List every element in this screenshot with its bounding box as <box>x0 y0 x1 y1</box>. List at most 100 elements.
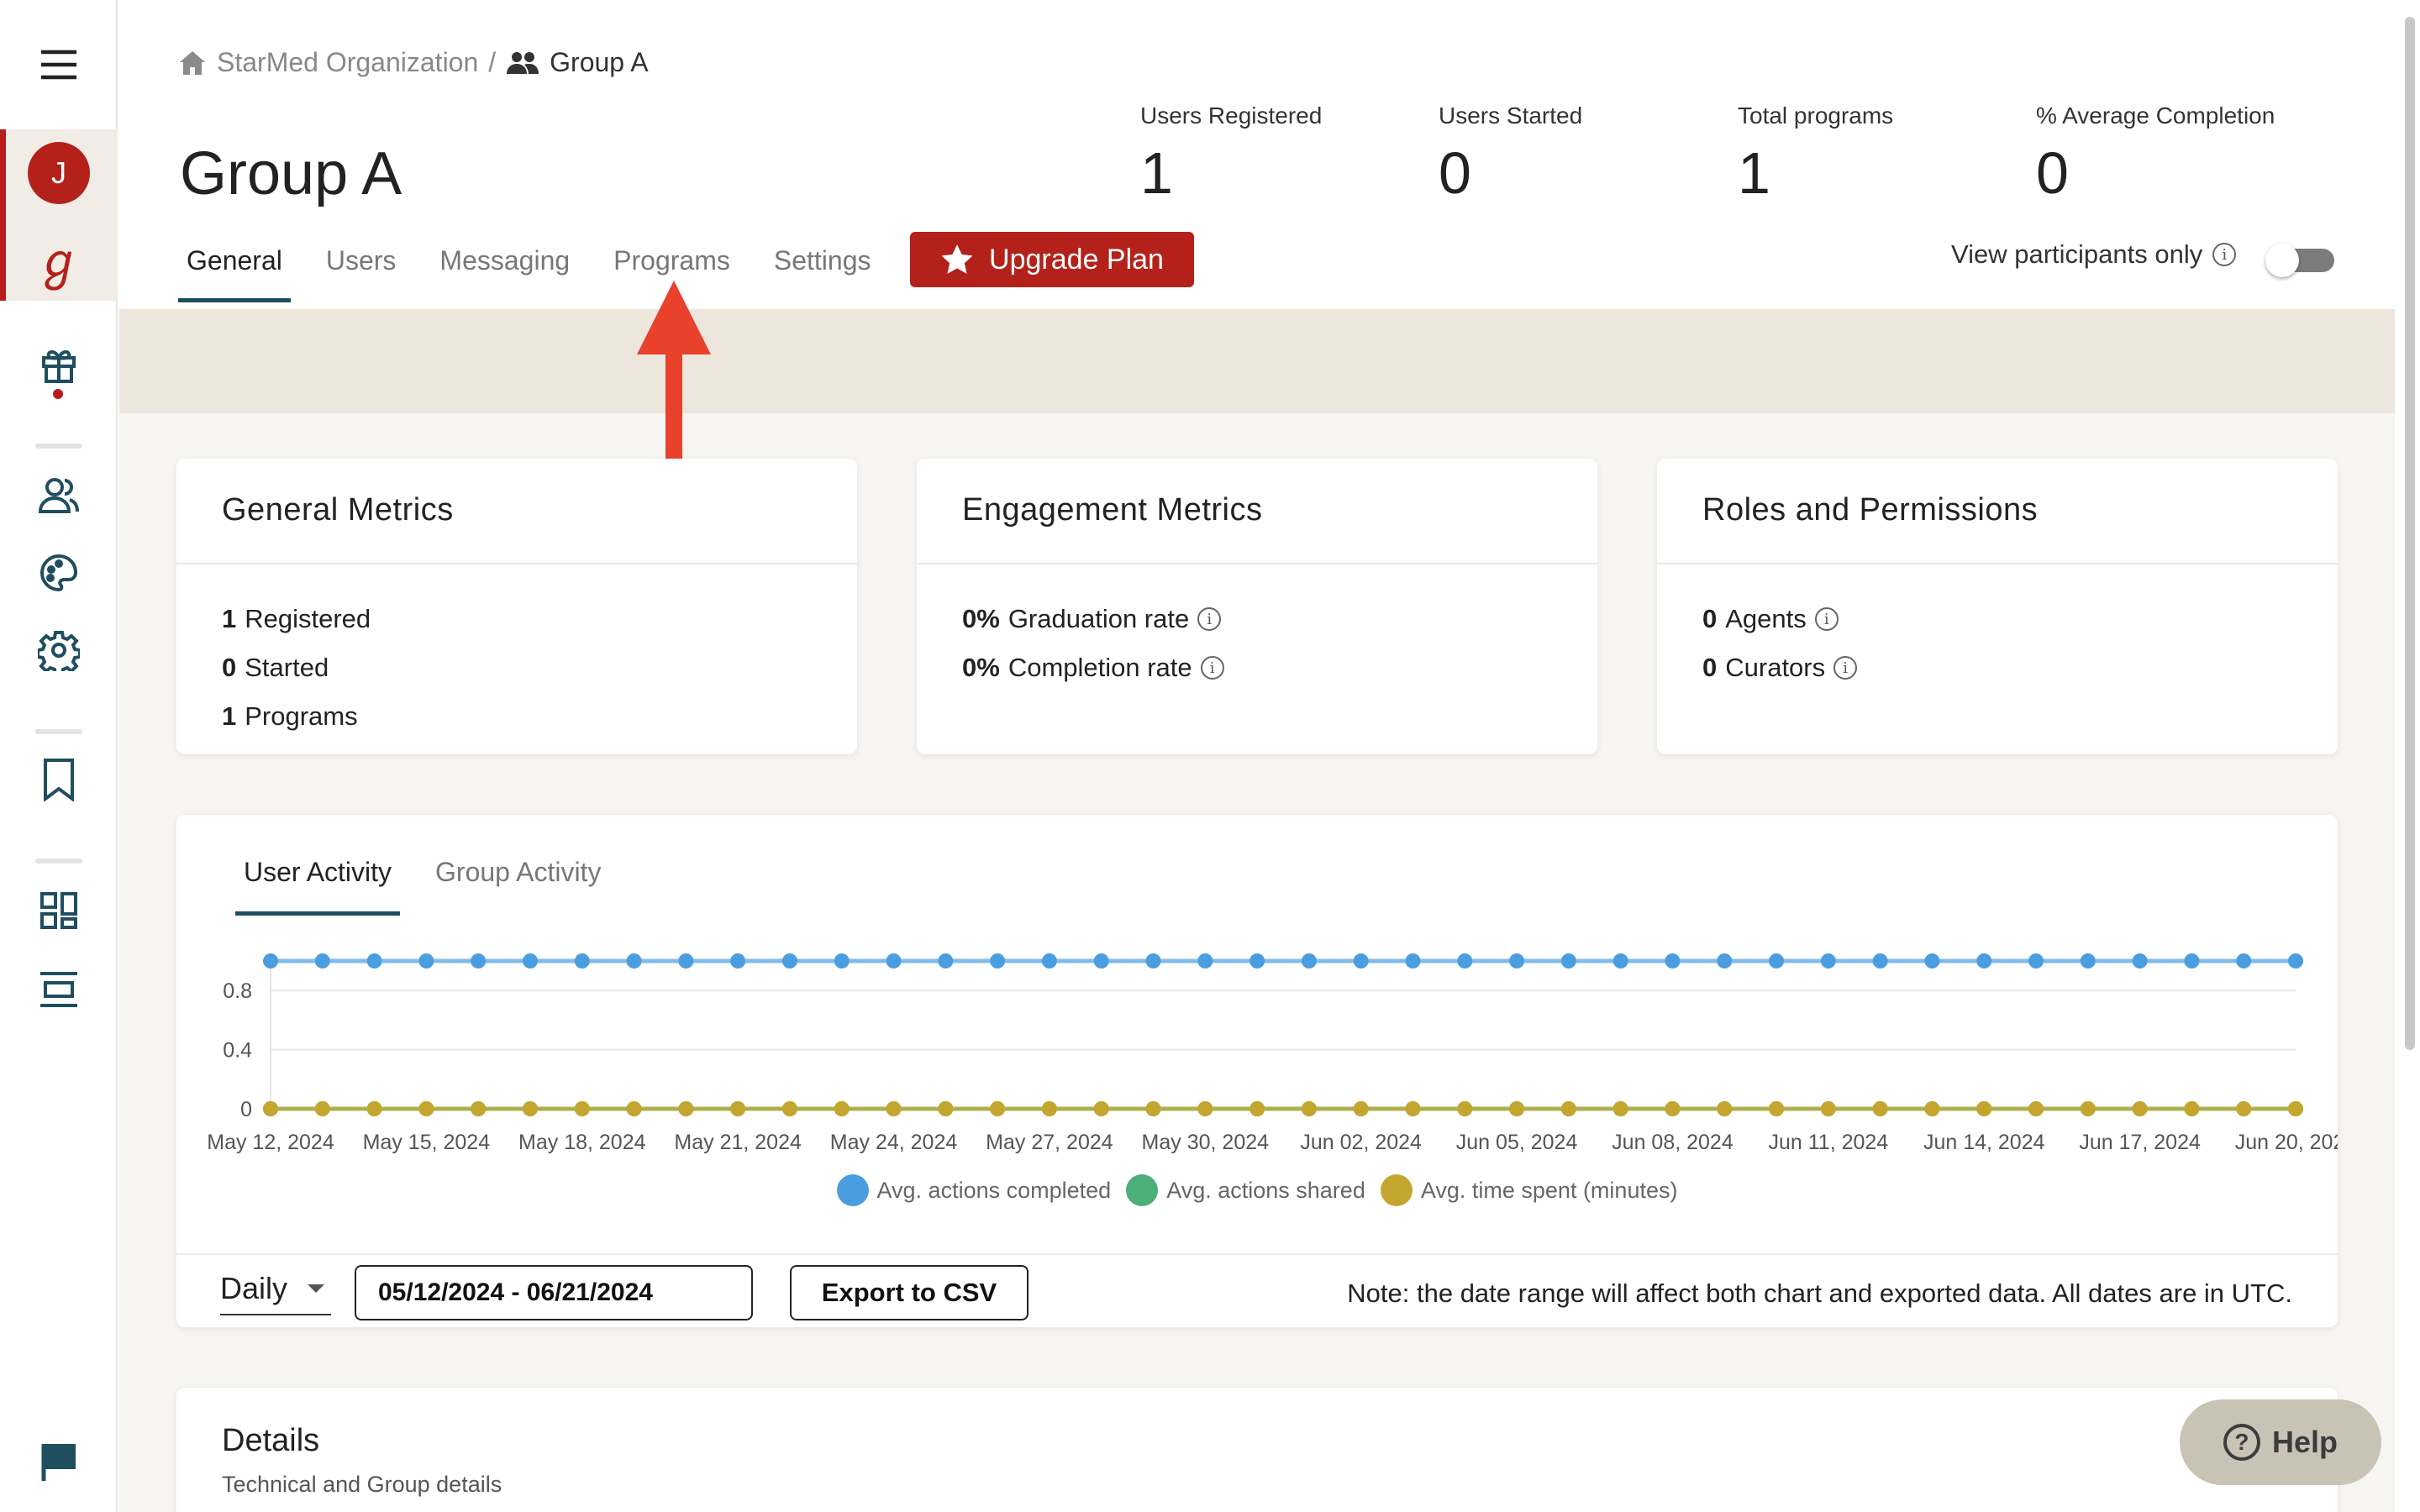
stat-users-started: Users Started 0 <box>1439 102 1582 207</box>
data-point <box>1405 953 1421 969</box>
data-point <box>834 1101 850 1116</box>
group-icon <box>507 51 539 74</box>
gift-icon[interactable] <box>0 339 118 390</box>
notification-dot <box>53 389 63 399</box>
metric-row: 0 Started <box>222 643 812 692</box>
metric-label: Curators <box>1725 653 1826 682</box>
data-point <box>314 1101 330 1116</box>
data-point <box>574 1101 590 1116</box>
help-button[interactable]: ? Help <box>2180 1399 2381 1485</box>
x-tick-label: May 24, 2024 <box>830 1131 958 1154</box>
legend-item[interactable]: Avg. time spent (minutes) <box>1380 1174 1677 1206</box>
dashboard-grid-icon[interactable] <box>0 885 118 936</box>
data-point <box>1872 1101 1888 1116</box>
settings-gear-icon[interactable] <box>0 625 118 675</box>
info-icon[interactable]: i <box>1200 656 1224 680</box>
data-point <box>1924 1101 1940 1116</box>
data-point <box>2132 1101 2148 1116</box>
details-subtitle: Technical and Group details <box>222 1472 502 1497</box>
data-point <box>1612 953 1628 969</box>
engagement-metrics-card: Engagement Metrics 0% Graduation rate i 0%… <box>917 459 1597 754</box>
data-point <box>2184 953 2200 969</box>
data-point <box>1457 1101 1473 1116</box>
data-point <box>781 1101 797 1116</box>
home-icon[interactable] <box>178 50 207 76</box>
legend-item[interactable]: Avg. actions completed <box>836 1174 1112 1206</box>
view-participants-toggle[interactable] <box>2265 244 2334 277</box>
data-point <box>418 1101 434 1116</box>
stat-label: Users Started <box>1439 102 1583 129</box>
data-point <box>1145 953 1161 969</box>
scrollbar[interactable] <box>2398 0 2420 1512</box>
metric-label: Programs <box>245 701 358 731</box>
star-icon <box>941 244 973 274</box>
data-point <box>314 953 330 969</box>
layout-panel-icon[interactable] <box>0 964 118 1015</box>
data-point <box>522 1101 538 1116</box>
header-band <box>119 309 2395 413</box>
data-point <box>1612 1101 1628 1116</box>
data-point <box>1093 953 1109 969</box>
info-icon[interactable]: i <box>1197 607 1222 631</box>
data-point <box>2236 953 2252 969</box>
hamburger-menu-icon[interactable] <box>0 40 118 89</box>
info-icon[interactable]: i <box>1814 607 1839 631</box>
stat-users-registered: Users Registered 1 <box>1140 102 1322 207</box>
breadcrumb-org-link[interactable]: StarMed Organization <box>217 47 478 78</box>
data-point <box>1249 953 1265 969</box>
date-range-input[interactable]: 05/12/2024 - 06/21/2024 <box>355 1265 753 1320</box>
legend-label: Avg. actions shared <box>1166 1177 1365 1203</box>
view-participants-label: View participants only <box>1951 239 2203 269</box>
tab-general[interactable]: General <box>178 232 291 302</box>
metric-value: 1 <box>222 604 237 633</box>
stat-label: Users Registered <box>1140 102 1323 129</box>
brand-logo-icon[interactable]: ℊ <box>0 232 118 290</box>
x-tick-label: Jun 02, 2024 <box>1300 1131 1422 1154</box>
data-point <box>1041 953 1057 969</box>
legend-item[interactable]: Avg. actions shared <box>1126 1174 1365 1206</box>
tab-settings[interactable]: Settings <box>765 232 880 302</box>
data-point <box>990 1101 1006 1116</box>
export-csv-button[interactable]: Export to CSV <box>790 1265 1028 1320</box>
info-icon[interactable]: i <box>2212 243 2237 266</box>
users-icon[interactable] <box>0 470 118 521</box>
data-point <box>522 953 538 969</box>
data-point <box>1353 1101 1369 1116</box>
data-point <box>1820 953 1836 969</box>
data-point <box>1717 1101 1733 1116</box>
data-point <box>990 953 1006 969</box>
tab-users[interactable]: Users <box>318 232 405 302</box>
legend-swatch <box>1380 1174 1413 1206</box>
info-icon[interactable]: i <box>1833 656 1858 680</box>
data-point <box>1405 1101 1421 1116</box>
data-point <box>1872 953 1888 969</box>
palette-icon[interactable] <box>0 548 118 598</box>
metric-value: 0 <box>222 653 237 682</box>
flag-icon[interactable] <box>0 1436 118 1487</box>
metric-row: 0 Curators i <box>1702 643 2292 692</box>
data-point <box>1301 1101 1317 1116</box>
upgrade-plan-button[interactable]: Upgrade Plan <box>910 232 1194 287</box>
stat-label: Total programs <box>1738 102 1894 129</box>
caret-down-icon <box>308 1284 325 1293</box>
stat-value: 0 <box>2036 140 2069 206</box>
user-avatar[interactable]: J <box>0 141 118 205</box>
data-point <box>263 953 278 969</box>
general-metrics-card: General Metrics 1 Registered 0 Started 1 Pr… <box>176 459 857 754</box>
metric-row: 0% Graduation rate i <box>962 595 1552 643</box>
x-tick-label: May 30, 2024 <box>1142 1131 1270 1154</box>
data-point <box>678 953 694 969</box>
data-point <box>1145 1101 1161 1116</box>
data-point <box>574 953 590 969</box>
data-point <box>366 1101 382 1116</box>
metric-row: 0 Agents i <box>1702 595 2292 643</box>
tab-messaging[interactable]: Messaging <box>431 232 578 302</box>
period-select[interactable]: Daily <box>220 1263 331 1315</box>
data-point <box>2288 1101 2303 1116</box>
card-title: Engagement Metrics <box>917 459 1597 564</box>
bookmark-icon[interactable] <box>0 754 118 805</box>
scrollbar-thumb[interactable] <box>2405 17 2415 1050</box>
metric-label: Started <box>245 653 329 682</box>
legend-label: Avg. actions completed <box>876 1177 1112 1203</box>
x-tick-label: May 18, 2024 <box>518 1131 646 1154</box>
